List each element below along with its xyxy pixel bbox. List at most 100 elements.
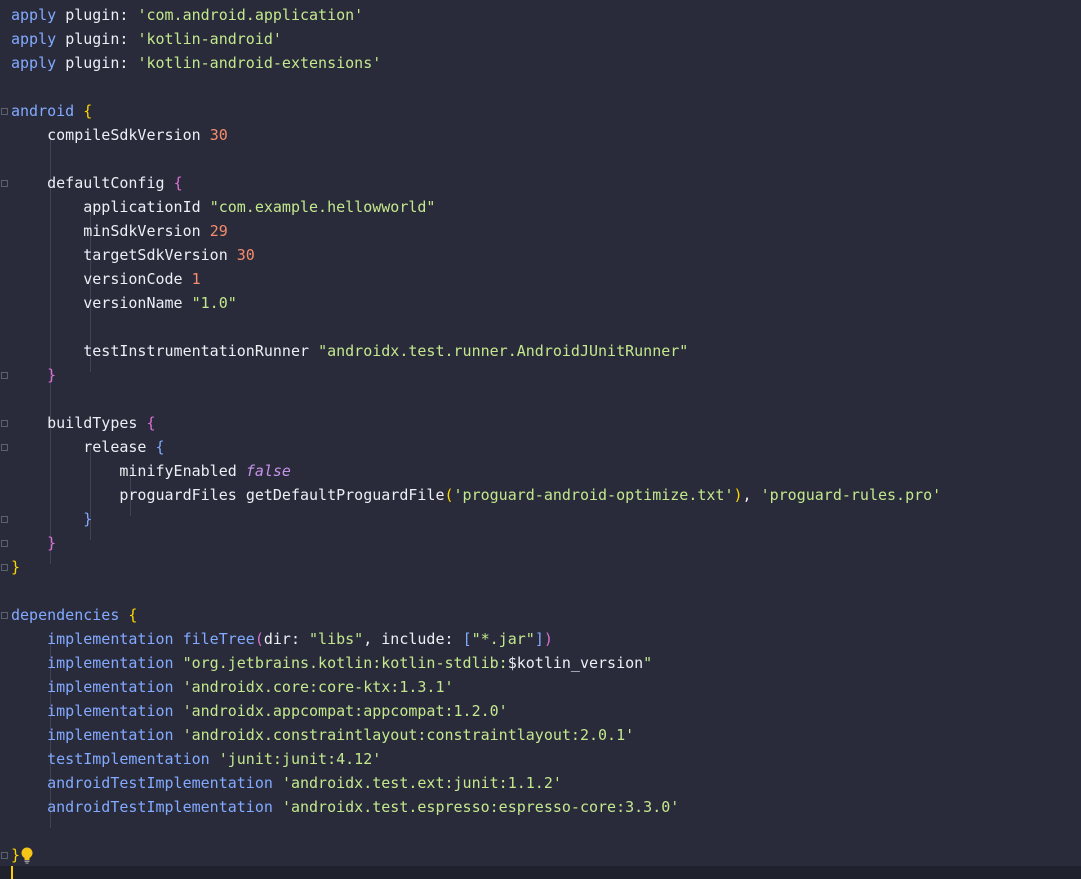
fold-marker-icon[interactable] xyxy=(1,420,8,427)
code-line[interactable]: apply plugin: 'kotlin-android' xyxy=(11,27,282,51)
code-line[interactable]: testInstrumentationRunner "androidx.test… xyxy=(11,339,688,363)
code-line[interactable]: compileSdkVersion 30 xyxy=(11,123,228,147)
code-line[interactable]: targetSdkVersion 30 xyxy=(11,243,255,267)
code-token: ( xyxy=(444,486,454,504)
code-token: ) xyxy=(543,630,553,648)
code-token: minifyEnabled xyxy=(119,462,237,480)
code-token: buildTypes xyxy=(47,414,138,432)
code-line[interactable]: dependencies { xyxy=(11,603,137,627)
code-token: versionCode xyxy=(83,270,183,288)
code-line[interactable]: } xyxy=(11,363,56,387)
code-token: " xyxy=(643,654,653,672)
code-line[interactable]: androidTestImplementation 'androidx.test… xyxy=(11,795,679,819)
lightbulb-icon[interactable] xyxy=(20,847,34,864)
code-line[interactable]: implementation 'androidx.appcompat:appco… xyxy=(11,699,508,723)
code-line[interactable]: } xyxy=(11,843,20,867)
fold-marker-icon[interactable] xyxy=(1,540,8,547)
code-line[interactable]: minifyEnabled false xyxy=(11,459,291,483)
code-line[interactable]: } xyxy=(11,555,20,579)
code-token: } xyxy=(83,510,93,528)
code-token: targetSdkVersion xyxy=(83,246,228,264)
code-line[interactable]: minSdkVersion 29 xyxy=(11,219,228,243)
code-line[interactable]: proguardFiles getDefaultProguardFile( 'pr… xyxy=(11,483,941,507)
code-token: "androidx.test.runner.AndroidJUnitRunner… xyxy=(318,342,689,360)
code-token: include: xyxy=(381,630,454,648)
code-line[interactable]: } xyxy=(11,507,92,531)
code-token: { xyxy=(128,606,138,624)
code-line[interactable]: testImplementation 'junit:junit:4.12' xyxy=(11,747,381,771)
code-editor[interactable]: apply plugin: 'com.android.application' a… xyxy=(0,0,1081,879)
code-token: getDefaultProguardFile xyxy=(245,486,445,504)
code-line[interactable]: implementation fileTree(dir: "libs", inc… xyxy=(11,627,553,651)
code-token: false xyxy=(245,462,291,480)
code-line[interactable]: applicationId "com.example.hellowworld" xyxy=(11,195,435,219)
code-line[interactable]: apply plugin: 'com.android.application' xyxy=(11,3,363,27)
code-line[interactable]: implementation "org.jetbrains.kotlin:kot… xyxy=(11,651,652,675)
code-line[interactable]: apply plugin: 'kotlin-android-extensions… xyxy=(11,51,381,75)
fold-marker-icon[interactable] xyxy=(1,852,8,859)
code-token: "com.example.hellowworld" xyxy=(209,198,436,216)
code-token: apply xyxy=(11,6,57,24)
fold-marker-icon[interactable] xyxy=(1,516,8,523)
code-token: dependencies xyxy=(11,606,120,624)
code-token: ) xyxy=(733,486,743,504)
code-line[interactable]: buildTypes { xyxy=(11,411,155,435)
code-token: proguardFiles xyxy=(119,486,237,504)
code-token: } xyxy=(47,366,57,384)
code-line[interactable]: versionName "1.0" xyxy=(11,291,237,315)
fold-marker-icon[interactable] xyxy=(1,372,8,379)
code-token: 'androidx.appcompat:appcompat:1.2.0' xyxy=(182,702,508,720)
code-token: 'junit:junit:4.12' xyxy=(218,750,382,768)
code-line[interactable]: release { xyxy=(11,435,165,459)
code-token: 29 xyxy=(209,222,228,240)
code-token: , xyxy=(363,630,382,648)
code-line[interactable]: androidTestImplementation 'androidx.test… xyxy=(11,771,562,795)
code-token: , xyxy=(742,486,761,504)
fold-marker-icon[interactable] xyxy=(1,180,8,187)
code-line[interactable]: implementation 'androidx.core:core-ktx:1… xyxy=(11,675,453,699)
code-token: 'kotlin-android' xyxy=(137,30,282,48)
fold-marker-icon[interactable] xyxy=(1,612,8,619)
fold-marker-icon[interactable] xyxy=(1,564,8,571)
code-token: 'com.android.application' xyxy=(137,6,364,24)
fold-marker-icon[interactable] xyxy=(1,108,8,115)
code-token: "libs" xyxy=(309,630,364,648)
code-line[interactable]: versionCode 1 xyxy=(11,267,200,291)
code-token: { xyxy=(155,438,165,456)
code-token: "*.jar" xyxy=(471,630,535,648)
code-line[interactable]: } xyxy=(11,531,56,555)
code-line[interactable]: android { xyxy=(11,99,92,123)
code-line[interactable]: implementation 'androidx.constraintlayou… xyxy=(11,723,634,747)
code-line[interactable]: defaultConfig { xyxy=(11,171,182,195)
fold-marker-icon[interactable] xyxy=(1,444,8,451)
code-token: applicationId xyxy=(83,198,201,216)
text-caret xyxy=(11,866,13,879)
code-token: 'proguard-rules.pro' xyxy=(760,486,942,504)
code-token: androidTestImplementation xyxy=(47,774,273,792)
